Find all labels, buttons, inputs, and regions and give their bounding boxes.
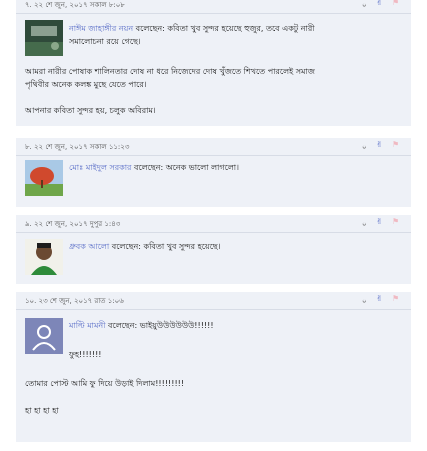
like-count: ০ <box>362 1 367 9</box>
avatar-image <box>25 239 63 275</box>
avatar[interactable] <box>25 20 63 56</box>
comment-tools: ০ ✌ ⚑ <box>362 217 402 229</box>
flag-icon[interactable]: ⚑ <box>392 0 399 7</box>
avatar[interactable] <box>25 318 63 354</box>
comment-number-date: ৭. ২২ শে জুন, ২০১৭ সকাল ৮:০৮ <box>25 1 125 9</box>
comment-text-cont: সমালোচনা রয়ে গেছে। <box>69 37 141 46</box>
comment-tools: ০ ✌ ⚑ <box>362 0 402 10</box>
comment-paragraph: তোমার পোস্ট আমি ফু দিয়ে উড়াই দিলাম!!!!… <box>25 379 185 388</box>
comment-number-date: ১০. ২৩ শে জুন, ২০১৭ রাত ১:০৬ <box>25 297 124 305</box>
comment-10: ১০. ২৩ শে জুন, ২০১৭ রাত ১:০৬ ০ ✌ ⚑ মাল্ট… <box>16 292 411 442</box>
comment-text: ভাইয়ুউউউউউউ!!!!!! <box>139 321 214 330</box>
said-label: বলেছেন: <box>111 242 141 251</box>
like-count: ০ <box>362 143 367 151</box>
comment-text: অনেক ভালো লাগলো। <box>165 163 239 172</box>
comment-header: ৮. ২২ শে জুন, ২০১৭ সকাল ১১:২৩ ০ ✌ ⚑ <box>16 138 411 156</box>
comment-text: কবিতা খুব সুন্দর হয়েছে হুজুর, তবে একটু … <box>167 24 315 33</box>
comment-paragraph: আপনার কবিতা সুন্দর হয়, চলুক অবিরাম। <box>25 106 156 115</box>
thumb-icon[interactable]: ✌ <box>376 0 383 7</box>
comment-author-link[interactable]: ধ্রুবক আলো <box>69 242 109 251</box>
like-count: ০ <box>362 220 367 228</box>
like-count: ০ <box>362 297 367 305</box>
comment-header: ৭. ২২ শে জুন, ২০১৭ সকাল ৮:০৮ ০ ✌ ⚑ <box>16 0 411 14</box>
said-label: বলেছেন: <box>135 24 165 33</box>
said-label: বলেছেন: <box>134 163 164 172</box>
comment-author-line: ধ্রুবক আলো বলেছেন: কবিতা খুব সুন্দর হয়ে… <box>69 241 221 254</box>
comment-header: ৯. ২২ শে জুন, ২০১৭ দুপুর ১:৪৩ ০ ✌ ⚑ <box>16 215 411 233</box>
comment-number-date: ৮. ২২ শে জুন, ২০১৭ সকাল ১১:২৩ <box>25 143 130 151</box>
comment-paragraph: আমরা নারীর পোষাক শালিনতার দোষ না ধরে নিজ… <box>25 67 315 76</box>
thumb-icon[interactable]: ✌ <box>376 140 383 149</box>
flag-icon[interactable]: ⚑ <box>392 294 399 303</box>
avatar[interactable] <box>25 239 63 275</box>
comment-text-cont: ফুহ!!!!!!! <box>69 350 102 359</box>
comment-paragraph: হা হা হা হা <box>25 406 59 415</box>
comment-9: ৯. ২২ শে জুন, ২০১৭ দুপুর ১:৪৩ ০ ✌ ⚑ ধ্রু… <box>16 215 411 284</box>
flag-icon[interactable]: ⚑ <box>392 140 399 149</box>
comment-text: কবিতা খুব সুন্দর হয়েছে। <box>143 242 221 251</box>
comment-7: ৭. ২২ শে জুন, ২০১৭ সকাল ৮:০৮ ০ ✌ ⚑ নাঈম … <box>16 0 411 126</box>
avatar-image <box>25 160 63 196</box>
comments-page: ৭. ২২ শে জুন, ২০১৭ সকাল ৮:০৮ ০ ✌ ⚑ নাঈম … <box>0 0 427 451</box>
avatar-placeholder-icon <box>25 318 63 354</box>
comment-author-line: মাল্টি মামনী বলেছেন: ভাইয়ুউউউউউউ!!!!!! <box>69 320 214 333</box>
comment-author-line: মোঃ মাইদুল সরকার বলেছেন: অনেক ভালো লাগলো… <box>69 162 239 175</box>
avatar-image <box>25 20 63 56</box>
comment-paragraph: পৃথিবীর অনেক কলঙ্ক মুছে যেতে পারে। <box>25 80 147 89</box>
comment-header: ১০. ২৩ শে জুন, ২০১৭ রাত ১:০৬ ০ ✌ ⚑ <box>16 292 411 310</box>
comment-author-link[interactable]: মাল্টি মামনী <box>69 321 106 330</box>
comment-tools: ০ ✌ ⚑ <box>362 294 402 306</box>
thumb-icon[interactable]: ✌ <box>376 294 383 303</box>
comment-tools: ০ ✌ ⚑ <box>362 140 402 152</box>
comment-author-link[interactable]: নাঈম জাহাঙ্গীর নয়ন <box>69 24 133 33</box>
comment-number-date: ৯. ২২ শে জুন, ২০১৭ দুপুর ১:৪৩ <box>25 220 121 228</box>
thumb-icon[interactable]: ✌ <box>376 217 383 226</box>
avatar[interactable] <box>25 160 63 196</box>
flag-icon[interactable]: ⚑ <box>392 217 399 226</box>
said-label: বলেছেন: <box>108 321 138 330</box>
comment-8: ৮. ২২ শে জুন, ২০১৭ সকাল ১১:২৩ ০ ✌ ⚑ মোঃ … <box>16 138 411 207</box>
comment-author-line: নাঈম জাহাঙ্গীর নয়ন বলেছেন: কবিতা খুব সু… <box>69 23 315 36</box>
comment-author-link[interactable]: মোঃ মাইদুল সরকার <box>69 163 131 172</box>
